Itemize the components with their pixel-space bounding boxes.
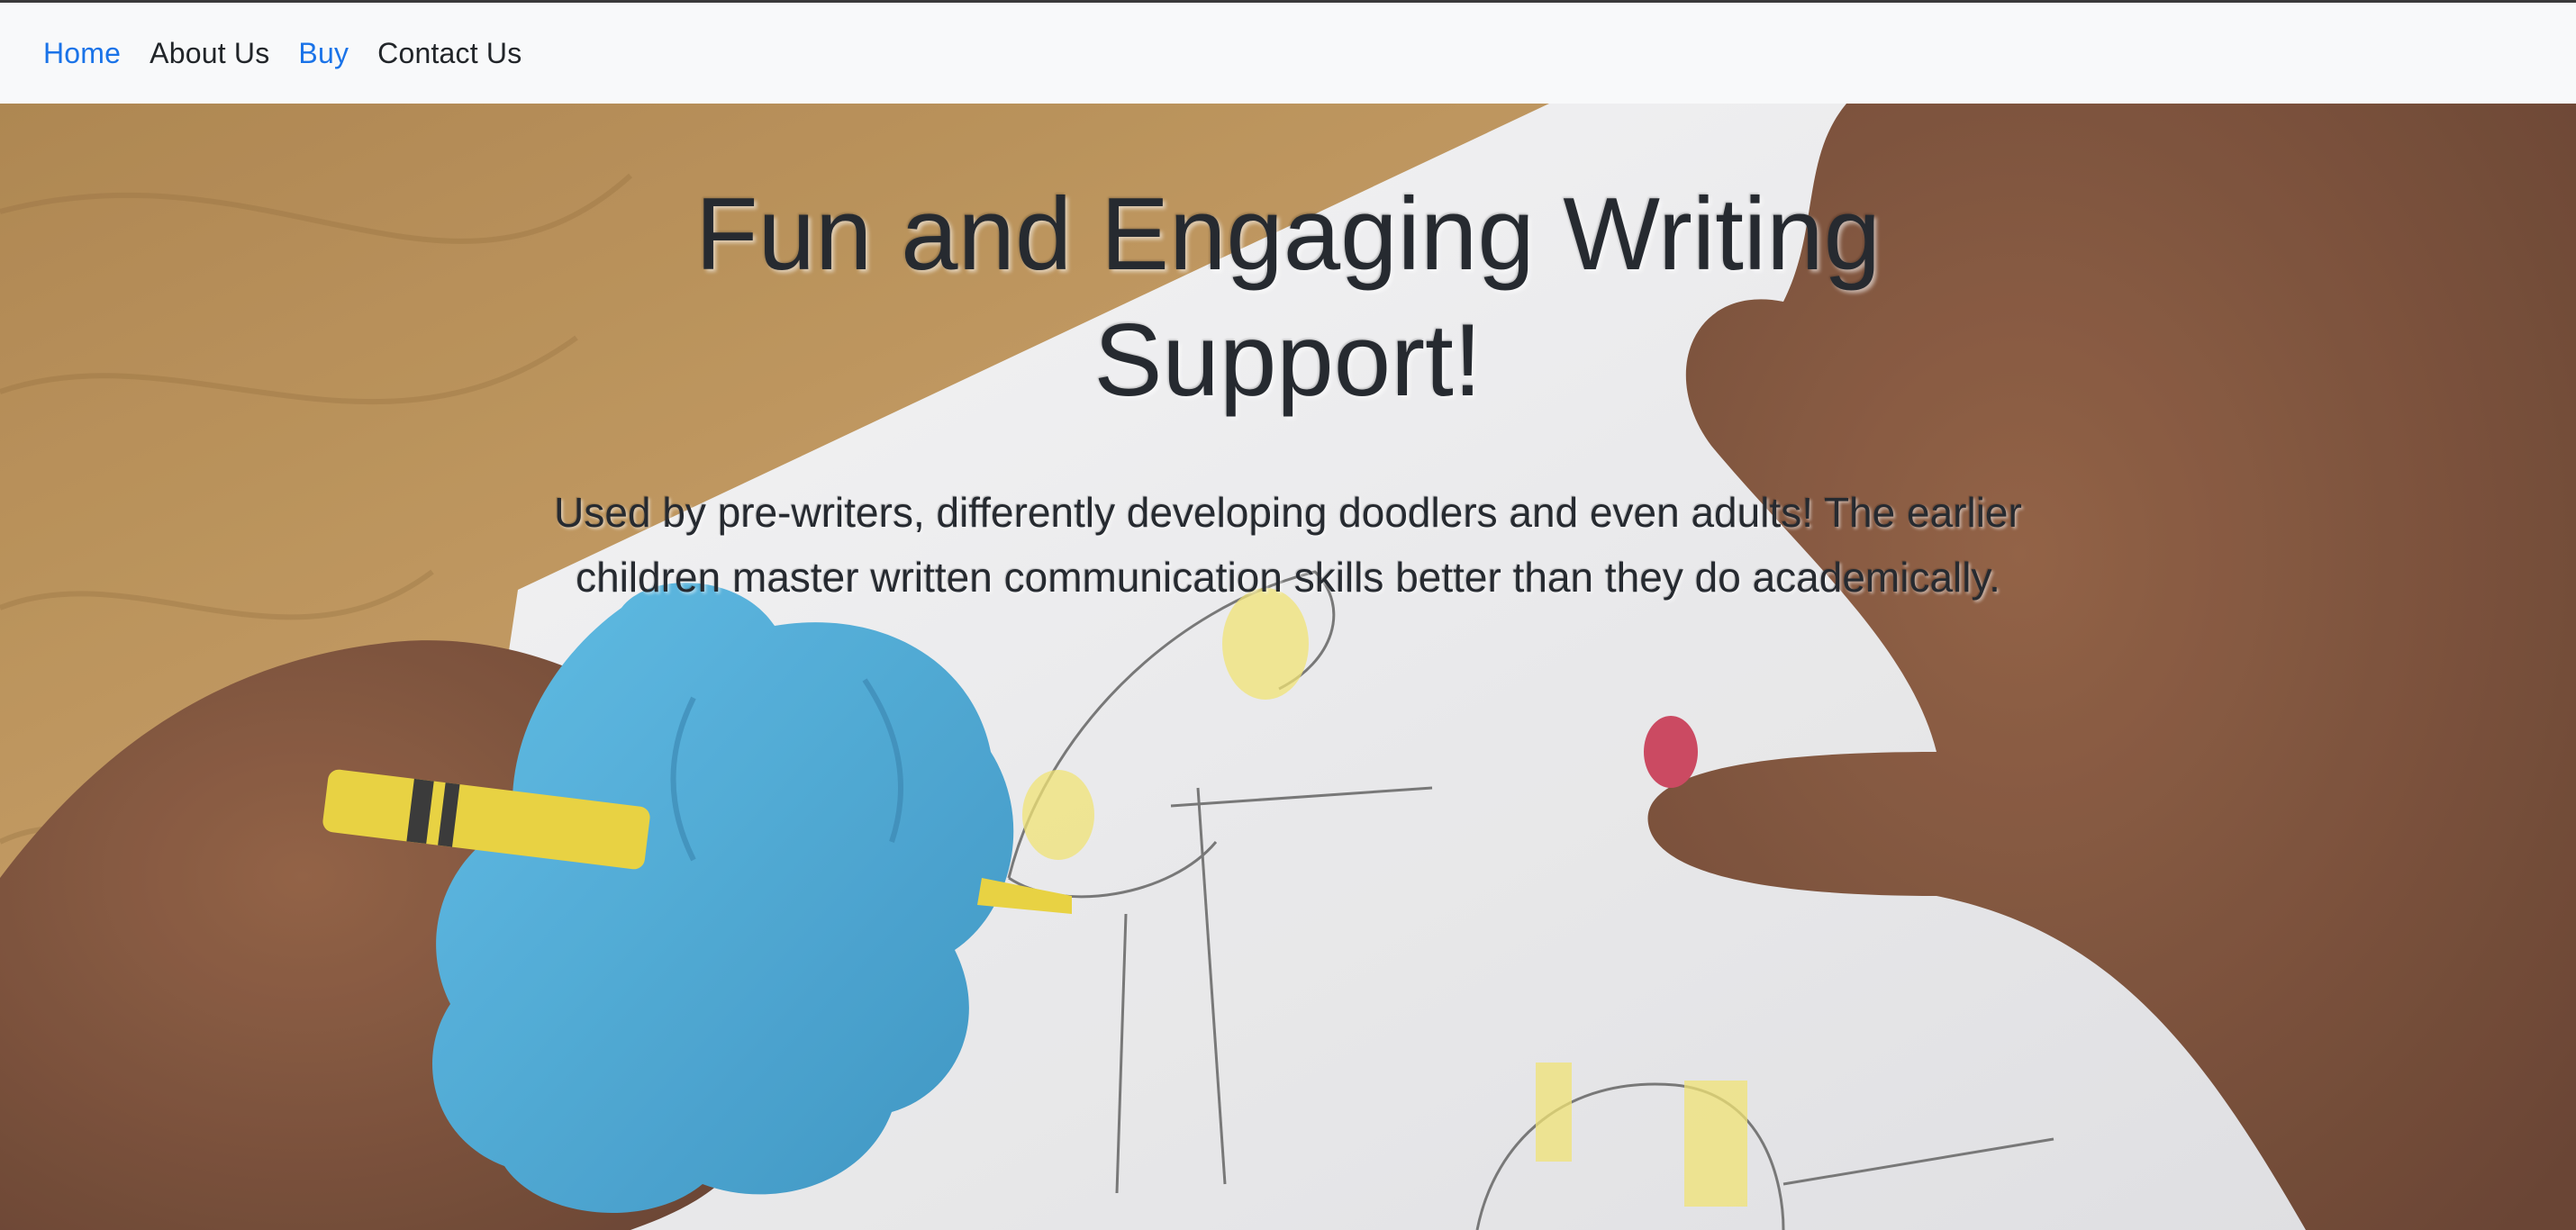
navbar: Home About Us Buy Contact Us xyxy=(0,3,2576,104)
nav-link-buy[interactable]: Buy xyxy=(298,37,349,70)
nav-link-contact-us[interactable]: Contact Us xyxy=(377,37,522,70)
hero-section: Fun and Engaging Writing Support! Used b… xyxy=(0,104,2576,1230)
hero-title: Fun and Engaging Writing Support! xyxy=(694,177,1882,418)
nav-link-about-us[interactable]: About Us xyxy=(150,37,269,70)
hero-content: Fun and Engaging Writing Support! Used b… xyxy=(0,104,2576,610)
nav-link-home[interactable]: Home xyxy=(43,37,121,70)
hero-subtitle: Used by pre-writers, differently develop… xyxy=(554,489,2022,601)
